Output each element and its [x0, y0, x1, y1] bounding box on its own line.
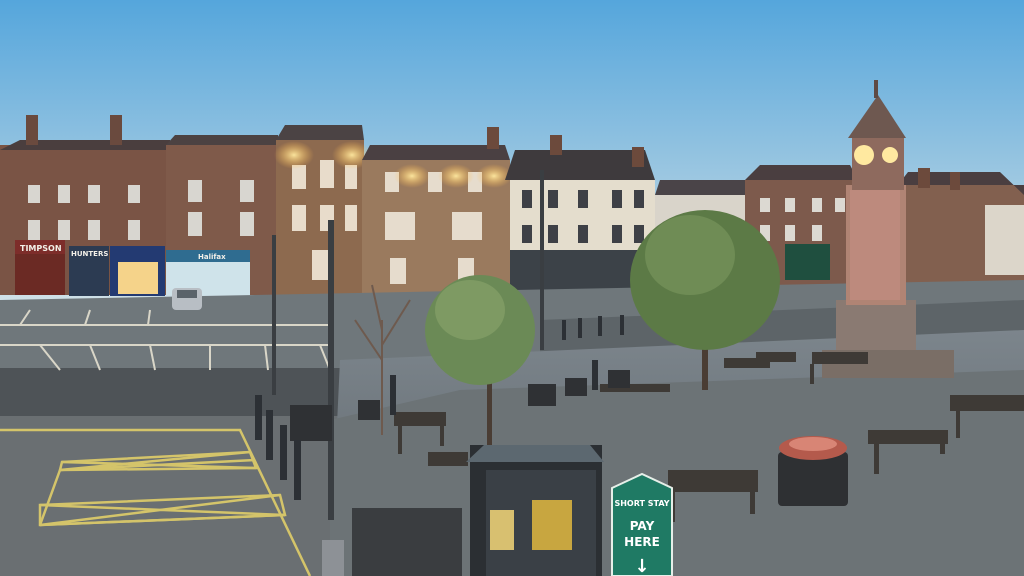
market-square-scene: TIMPSON HUNTERS Halifax SHORT STAY PAY H…: [0, 0, 1024, 576]
short-stay-line3: HERE: [624, 535, 660, 549]
clock-face-right: [882, 147, 898, 163]
ticket-machine: [466, 445, 604, 576]
parked-car: [172, 288, 202, 310]
short-stay-line1: SHORT STAY: [614, 499, 669, 508]
clock-face-left: [854, 145, 874, 165]
short-stay-line2: PAY: [630, 519, 655, 533]
road: [0, 368, 340, 416]
shop-sign-right: Halifax: [198, 253, 226, 261]
short-stay-sign: SHORT STAY PAY HERE ↓: [611, 472, 673, 576]
shop-sign-left: TIMPSON: [20, 244, 62, 253]
foreground-post: [322, 540, 344, 576]
shop-sign-second: HUNTERS: [71, 250, 108, 258]
short-stay-arrow: ↓: [634, 556, 649, 576]
foreground-box: [352, 508, 462, 576]
